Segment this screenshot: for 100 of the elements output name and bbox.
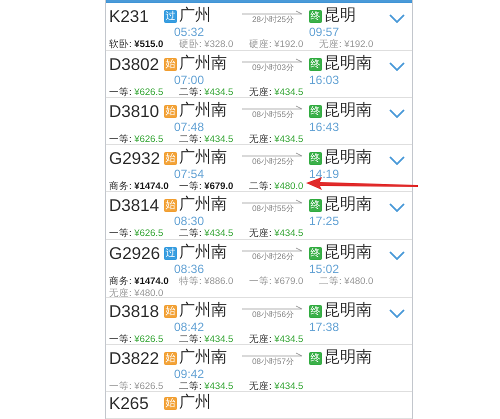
trip-duration: 08小时56分 [252, 310, 294, 320]
seat-price: 一等: ¥679.0 [249, 276, 304, 288]
seat-price: 一等: ¥679.0 [179, 181, 234, 191]
origin-badge: 始 [164, 198, 177, 212]
arrival-time: 15:02 [309, 263, 340, 276]
departure-station: 广州南 [179, 243, 227, 263]
seat-price: 无座: ¥434.5 [249, 87, 304, 97]
terminal-badge: 终 [309, 304, 322, 318]
seat-price: 无座: ¥480.0 [109, 288, 164, 297]
seat-price: 无座: ¥434.5 [249, 334, 304, 344]
seat-price: 硬卧: ¥328.0 [179, 39, 234, 50]
trip-duration: 08小时57分 [252, 357, 294, 367]
seat-price: 无座: ¥192.0 [319, 39, 374, 50]
seat-price: 二等: ¥434.5 [179, 228, 234, 239]
train-number: D3810 [109, 101, 160, 122]
terminal-badge: 终 [309, 246, 322, 260]
train-row[interactable]: D3818 始 广州南 08:42 08小时56分 终 昆明南 17:38 一等: ¥626.5 二等: ¥434.5 无座: ¥434.5 [106, 298, 412, 345]
departure-station: 广州南 [179, 54, 227, 74]
train-row[interactable]: D3810 始 广州南 07:48 08小时55分 终 昆明南 16:43 一等: ¥626.5 二等: ¥434.5 无座: ¥434.5 [106, 98, 412, 145]
train-number: D3822 [109, 348, 160, 369]
train-row[interactable]: D3814 始 广州南 08:30 08小时55分 终 昆明南 17:25 一等: ¥626.5 二等: ¥434.5 无座: ¥434.5 [106, 192, 412, 240]
seat-price: 二等: ¥434.5 [179, 334, 234, 344]
seat-price: 无座: ¥434.5 [249, 134, 304, 144]
departure-station: 广州南 [179, 301, 227, 321]
departure-time: 07:00 [173, 74, 206, 87]
seat-price: 无座: ¥434.5 [249, 381, 304, 391]
chevron-down-icon[interactable] [389, 156, 405, 165]
seat-price: 商务: ¥1474.0 [109, 181, 170, 191]
terminal-badge: 终 [309, 152, 322, 164]
seat-price: 二等: ¥434.5 [179, 381, 234, 391]
origin-badge: 过 [164, 246, 177, 260]
departure-station: 广州 [179, 6, 211, 26]
arrival-time: 16:03 [309, 74, 340, 87]
train-row[interactable]: K265 始 广州 [106, 392, 412, 419]
trip-duration: 06小时26分 [252, 252, 294, 262]
arrival-station: 昆明南 [324, 301, 372, 321]
trip-duration: 28小时25分 [252, 15, 294, 25]
arrival-station: 昆明南 [324, 243, 372, 263]
arrival-station: 昆明南 [324, 101, 372, 121]
origin-badge: 始 [164, 304, 177, 318]
arrival-time: 16:43 [309, 121, 340, 134]
train-number: G2926 [109, 243, 162, 264]
chevron-down-icon[interactable] [389, 203, 405, 212]
terminal-badge: 终 [309, 352, 322, 364]
seat-price: 一等: ¥626.5 [109, 334, 164, 344]
seat-price: 无座: ¥434.5 [249, 228, 304, 239]
terminal-badge: 终 [309, 58, 322, 70]
seat-price: 一等: ¥626.5 [109, 87, 164, 97]
train-number: K265 [109, 393, 150, 414]
trip-duration: 06小时25分 [252, 157, 294, 167]
arrival-station: 昆明 [324, 6, 356, 26]
seat-price: 二等: ¥480.0 [249, 181, 304, 191]
origin-badge: 过 [164, 10, 177, 22]
seat-price: 二等: ¥480.0 [319, 276, 374, 288]
seat-price: 特等: ¥886.0 [179, 276, 234, 288]
departure-time: 07:54 [173, 168, 206, 181]
chevron-down-icon[interactable] [389, 251, 405, 260]
trip-duration: 08小时55分 [252, 204, 294, 214]
terminal-badge: 终 [309, 198, 322, 212]
origin-badge: 始 [164, 396, 177, 410]
departure-time: 08:30 [173, 215, 206, 228]
arrival-station: 昆明南 [324, 148, 372, 168]
arrival-time: 09:57 [309, 26, 340, 39]
train-row[interactable]: D3802 始 广州南 07:00 09小时03分 终 昆明南 16:03 一等: ¥626.5 二等: ¥434.5 无座: ¥434.5 [106, 51, 412, 98]
seat-price: 硬座: ¥192.0 [249, 39, 304, 50]
departure-time: 08:42 [173, 321, 206, 334]
departure-time: 08:36 [173, 263, 206, 276]
seat-price: 二等: ¥434.5 [179, 134, 234, 144]
arrival-time: 14:19 [309, 168, 340, 181]
origin-badge: 始 [164, 152, 177, 164]
arrival-time: 17:25 [309, 215, 340, 228]
departure-station: 广州南 [179, 148, 227, 168]
train-number: G2932 [109, 148, 162, 169]
chevron-down-icon[interactable] [389, 14, 405, 23]
arrival-station: 昆明南 [324, 348, 372, 368]
seat-price: 软卧: ¥515.0 [109, 39, 164, 50]
train-number: K231 [109, 6, 150, 27]
departure-station: 广州南 [179, 195, 227, 215]
departure-station: 广州 [179, 393, 211, 413]
chevron-down-icon[interactable] [389, 309, 405, 318]
chevron-down-icon[interactable] [389, 62, 405, 71]
departure-station: 广州南 [179, 101, 227, 121]
arrival-station: 昆明南 [324, 195, 372, 215]
departure-time: 07:48 [173, 121, 206, 134]
trip-duration: 09小时03分 [252, 63, 294, 73]
seat-price: 商务: ¥1474.0 [109, 276, 170, 288]
seat-price: 二等: ¥434.5 [179, 87, 234, 97]
train-number: D3802 [109, 54, 160, 75]
seat-price: 一等: ¥626.5 [109, 228, 164, 239]
trip-duration: 08小时55分 [252, 110, 294, 120]
origin-badge: 始 [164, 104, 177, 118]
terminal-badge: 终 [309, 10, 322, 22]
terminal-badge: 终 [309, 104, 322, 118]
origin-badge: 始 [164, 352, 177, 364]
chevron-down-icon[interactable] [389, 109, 405, 118]
seat-price: 一等: ¥626.5 [109, 134, 164, 144]
departure-station: 广州南 [179, 348, 227, 368]
origin-badge: 始 [164, 58, 177, 70]
departure-time: 09:42 [173, 368, 206, 381]
seat-price: 一等: ¥626.5 [109, 381, 164, 391]
